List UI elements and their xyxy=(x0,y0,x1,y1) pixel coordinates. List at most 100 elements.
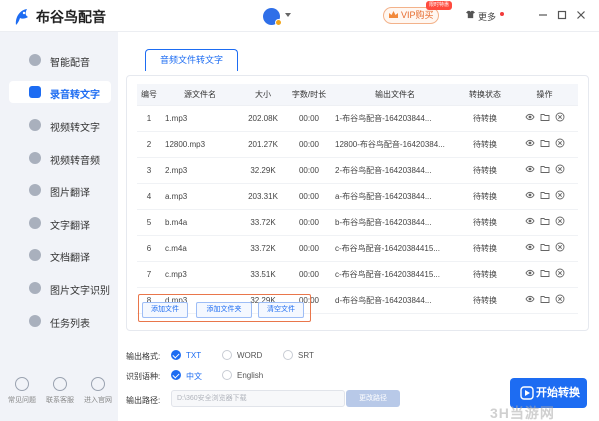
folder-icon[interactable] xyxy=(540,190,550,200)
add-folder-button[interactable]: 添加文件夹 xyxy=(196,302,252,318)
format-srt-label[interactable]: SRT xyxy=(298,351,314,360)
format-txt-label[interactable]: TXT xyxy=(186,351,201,360)
add-file-button[interactable]: 添加文件 xyxy=(142,302,188,318)
row-index: 3 xyxy=(137,157,161,184)
output-filename: a-布谷鸟配音-164203844... xyxy=(331,183,459,210)
file-size: 203.31K xyxy=(239,183,287,210)
preview-eye-icon[interactable] xyxy=(524,294,535,304)
preview-eye-icon[interactable] xyxy=(524,268,535,278)
delete-x-icon[interactable] xyxy=(555,190,565,200)
faq-link[interactable]: 常见问题 xyxy=(4,377,40,405)
close-icon[interactable] xyxy=(575,9,587,21)
output-path-label: 输出路径: xyxy=(126,396,161,405)
promo-badge: 限时特惠 xyxy=(426,1,453,10)
table-row[interactable]: 5 b.m4a 33.72K 00:00 b-布谷鸟配音-164203844... 待转换 xyxy=(137,209,578,236)
delete-x-icon[interactable] xyxy=(555,294,565,304)
row-actions xyxy=(511,287,578,314)
language-chinese-radio[interactable] xyxy=(171,370,181,380)
sidebar-item-audio-to-text[interactable]: 录音转文字 xyxy=(9,81,111,103)
contact-support-link[interactable]: 联系客服 xyxy=(42,377,78,405)
avatar-icon[interactable] xyxy=(263,8,282,26)
convert-icon xyxy=(520,386,534,400)
folder-icon[interactable] xyxy=(540,242,550,252)
table-row[interactable]: 1 1.mp3 202.08K 00:00 1-布谷鸟配音-164203844... 待转… xyxy=(137,105,578,132)
table-row[interactable]: 7 c.mp3 33.51K 00:00 c-布谷鸟配音-16420384415... 待… xyxy=(137,261,578,288)
preview-eye-icon[interactable] xyxy=(524,164,535,174)
sidebar-item-label: 文档翻译 xyxy=(50,253,90,264)
contact-label: 联系客服 xyxy=(46,397,74,404)
sidebar-item-video-to-audio[interactable]: 视频转音频 xyxy=(9,147,111,169)
table-row[interactable]: 4 a.mp3 203.31K 00:00 a-布谷鸟配音-164203844... 待转… xyxy=(137,183,578,210)
clear-files-button[interactable]: 清空文件 xyxy=(258,302,304,318)
sidebar-item-label: 图片翻译 xyxy=(50,188,90,199)
sidebar-item-smart-dubbing[interactable]: 智能配音 xyxy=(9,49,111,71)
language-english-radio[interactable] xyxy=(222,370,232,380)
duration: 00:00 xyxy=(287,209,331,236)
folder-icon[interactable] xyxy=(540,164,550,174)
column-header: 编号 xyxy=(137,84,161,106)
delete-x-icon[interactable] xyxy=(555,242,565,252)
change-path-button[interactable]: 更改路径 xyxy=(346,390,400,407)
table-row[interactable]: 2 12800.mp3 201.27K 00:00 12800-布谷鸟配音-164203… xyxy=(137,131,578,158)
source-filename: 12800.mp3 xyxy=(161,131,239,158)
delete-x-icon[interactable] xyxy=(555,216,565,226)
output-path-input[interactable]: D:\360安全浏览器下载 xyxy=(171,390,345,407)
minimize-icon[interactable] xyxy=(537,9,549,21)
delete-x-icon[interactable] xyxy=(555,112,565,122)
delete-x-icon[interactable] xyxy=(555,164,565,174)
format-word-radio[interactable] xyxy=(222,350,232,360)
delete-x-icon[interactable] xyxy=(555,138,565,148)
source-filename: c.m4a xyxy=(161,235,239,262)
tab-audio-to-text[interactable]: 音频文件转文字 xyxy=(145,49,238,71)
duration: 00:00 xyxy=(287,157,331,184)
row-actions xyxy=(511,235,578,262)
maximize-icon[interactable] xyxy=(556,9,568,21)
sidebar-item-video-to-text[interactable]: 视频转文字 xyxy=(9,114,111,136)
language-chinese-label[interactable]: 中文 xyxy=(186,371,202,382)
sidebar-item-image-translate[interactable]: 图片翻译 xyxy=(9,179,111,201)
output-filename: 1-布谷鸟配音-164203844... xyxy=(331,105,459,132)
sidebar-item-task-list[interactable]: 任务列表 xyxy=(9,310,111,332)
more-menu[interactable]: 更多 xyxy=(478,10,496,23)
preview-eye-icon[interactable] xyxy=(524,216,535,226)
image-icon xyxy=(29,184,41,196)
file-size: 201.27K xyxy=(239,131,287,158)
sidebar-item-ocr[interactable]: 图片文字识别 xyxy=(9,277,111,299)
table-row[interactable]: 6 c.m4a 33.72K 00:00 c-布谷鸟配音-16420384415... 待… xyxy=(137,235,578,262)
format-srt-radio[interactable] xyxy=(283,350,293,360)
row-actions xyxy=(511,209,578,236)
preview-eye-icon[interactable] xyxy=(524,112,535,122)
folder-icon[interactable] xyxy=(540,138,550,148)
folder-icon[interactable] xyxy=(540,216,550,226)
delete-x-icon[interactable] xyxy=(555,268,565,278)
sidebar-item-label: 智能配音 xyxy=(50,58,90,69)
row-index: 7 xyxy=(137,261,161,288)
preview-eye-icon[interactable] xyxy=(524,138,535,148)
preview-eye-icon[interactable] xyxy=(524,242,535,252)
preview-eye-icon[interactable] xyxy=(524,190,535,200)
row-index: 2 xyxy=(137,131,161,158)
file-table: 编号 源文件名 大小 字数/时长 输出文件名 转换状态 操作 1 1.mp3 202… xyxy=(137,84,578,314)
folder-icon[interactable] xyxy=(540,294,550,304)
chevron-down-icon[interactable] xyxy=(285,13,291,17)
question-icon xyxy=(15,377,29,391)
shirt-icon[interactable] xyxy=(466,10,475,19)
row-index: 4 xyxy=(137,183,161,210)
duration: 00:00 xyxy=(287,131,331,158)
sidebar-item-text-translate[interactable]: 文字翻译 xyxy=(9,212,111,234)
official-site-link[interactable]: 进入官网 xyxy=(80,377,116,405)
format-word-label[interactable]: WORD xyxy=(237,351,262,360)
folder-icon[interactable] xyxy=(540,268,550,278)
convert-status: 待转换 xyxy=(459,157,511,184)
output-filename: c-布谷鸟配音-16420384415... xyxy=(331,235,459,262)
language-english-label[interactable]: English xyxy=(237,371,263,380)
notification-dot xyxy=(500,12,504,16)
table-row[interactable]: 3 2.mp3 32.29K 00:00 2-布谷鸟配音-164203844... 待转换 xyxy=(137,157,578,184)
format-txt-radio[interactable] xyxy=(171,350,181,360)
source-filename: a.mp3 xyxy=(161,183,239,210)
convert-status: 待转换 xyxy=(459,183,511,210)
folder-icon[interactable] xyxy=(540,112,550,122)
duration: 00:00 xyxy=(287,183,331,210)
sidebar-item-document-translate[interactable]: 文档翻译 xyxy=(9,244,111,266)
source-filename: b.m4a xyxy=(161,209,239,236)
